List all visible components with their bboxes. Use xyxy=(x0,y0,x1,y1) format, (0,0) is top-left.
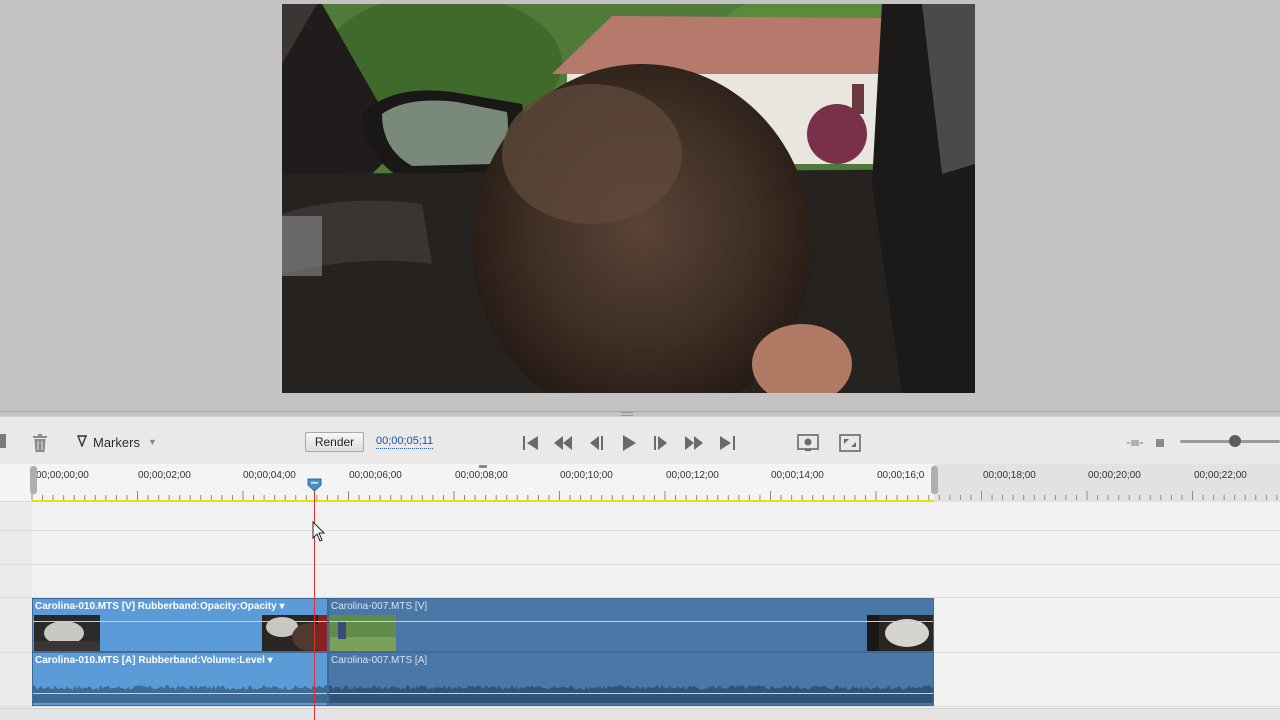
video-preview[interactable] xyxy=(282,4,975,393)
marker-icon xyxy=(76,434,88,450)
rewind-icon[interactable] xyxy=(552,432,574,454)
current-timecode[interactable]: 00;00;05;11 xyxy=(376,435,434,449)
track-divider xyxy=(0,706,1280,707)
ruler-label: 00;00;20;00 xyxy=(1088,470,1141,481)
volume-rubberband[interactable] xyxy=(329,693,933,694)
work-area-end-handle[interactable] xyxy=(931,466,938,494)
clip-title: Carolina-007.MTS [A] xyxy=(331,655,428,666)
opacity-rubberband[interactable] xyxy=(329,621,933,622)
go-to-end-icon[interactable] xyxy=(716,432,738,454)
clip-title: Carolina-010.MTS [V] Rubberband:Opacity:… xyxy=(35,601,285,612)
fast-forward-icon[interactable] xyxy=(683,432,705,454)
markers-label: Markers xyxy=(93,434,140,450)
render-button[interactable]: Render xyxy=(305,432,364,452)
ruler-label: 00;00;06;00 xyxy=(349,470,402,481)
zoom-slider-thumb[interactable] xyxy=(1229,435,1241,447)
timeline-tracks: Carolina-010.MTS [V] Rubberband:Opacity:… xyxy=(0,502,1280,720)
ruler-label: 00;00;04;00 xyxy=(243,470,296,481)
ruler-label: 00;00;10;00 xyxy=(560,470,613,481)
ruler-label: 00;00;18;00 xyxy=(983,470,1036,481)
work-area-start-handle[interactable] xyxy=(30,466,37,494)
track-divider xyxy=(0,564,1280,565)
ruler-label: 00;00;22;00 xyxy=(1194,470,1247,481)
audio-waveform xyxy=(329,685,933,703)
track-header-column xyxy=(0,502,32,720)
ruler-label: 00;00;16;0 xyxy=(877,470,925,481)
chevron-down-icon: ▼ xyxy=(147,437,157,447)
playhead-handle[interactable] xyxy=(307,478,322,492)
markers-menu[interactable]: Markers ▼ xyxy=(76,433,157,451)
clip-title: Carolina-007.MTS [V] xyxy=(331,601,428,612)
step-back-icon[interactable] xyxy=(585,432,607,454)
render-settings-icon[interactable] xyxy=(797,432,819,454)
audio-clip-carolina-007[interactable]: Carolina-007.MTS [A] xyxy=(328,652,934,706)
video-clip-carolina-010[interactable]: Carolina-010.MTS [V] Rubberband:Opacity:… xyxy=(32,598,328,652)
playhead-line xyxy=(314,484,315,720)
ruler-label: 00;00;08;00 xyxy=(455,470,508,481)
video-clip-carolina-007[interactable]: Carolina-007.MTS [V] xyxy=(328,598,934,652)
play-icon[interactable] xyxy=(618,432,640,454)
go-to-start-icon[interactable] xyxy=(520,432,542,454)
ruler-label: 00;00;12;00 xyxy=(666,470,719,481)
ruler-marker-indicator xyxy=(479,465,487,468)
audio-waveform xyxy=(33,685,327,703)
trash-icon[interactable] xyxy=(30,433,50,453)
zoom-out-icon[interactable] xyxy=(1124,432,1146,454)
ruler-ticks xyxy=(31,491,1278,500)
zoom-in-icon[interactable] xyxy=(1150,432,1170,454)
ruler-label: 00;00;14;00 xyxy=(771,470,824,481)
time-ruler[interactable]: 00;00;00;00 00;00;02;00 00;00;04;00 00;0… xyxy=(0,464,1280,502)
audio-clip-carolina-010[interactable]: Carolina-010.MTS [A] Rubberband:Volume:L… xyxy=(32,652,328,706)
track-divider xyxy=(0,530,1280,531)
ruler-label: 00;00;00;00 xyxy=(36,470,89,481)
clip-title: Carolina-010.MTS [A] Rubberband:Volume:L… xyxy=(35,655,273,666)
video-editor: Markers ▼ Render 00;00;05;11 00;00;00;00… xyxy=(0,0,1280,720)
volume-rubberband[interactable] xyxy=(33,693,327,694)
mouse-cursor-icon xyxy=(312,520,326,543)
fit-to-window-icon[interactable] xyxy=(839,432,861,454)
ruler-label: 00;00;02;00 xyxy=(138,470,191,481)
panel-edge xyxy=(0,434,6,448)
preview-frame-image xyxy=(282,4,975,393)
timeline-scrollbar[interactable] xyxy=(0,708,1280,720)
step-forward-icon[interactable] xyxy=(650,432,672,454)
timeline-toolbar: Markers ▼ Render 00;00;05;11 xyxy=(0,416,1280,464)
monitor-panel xyxy=(0,0,1280,412)
opacity-rubberband[interactable] xyxy=(33,621,327,622)
